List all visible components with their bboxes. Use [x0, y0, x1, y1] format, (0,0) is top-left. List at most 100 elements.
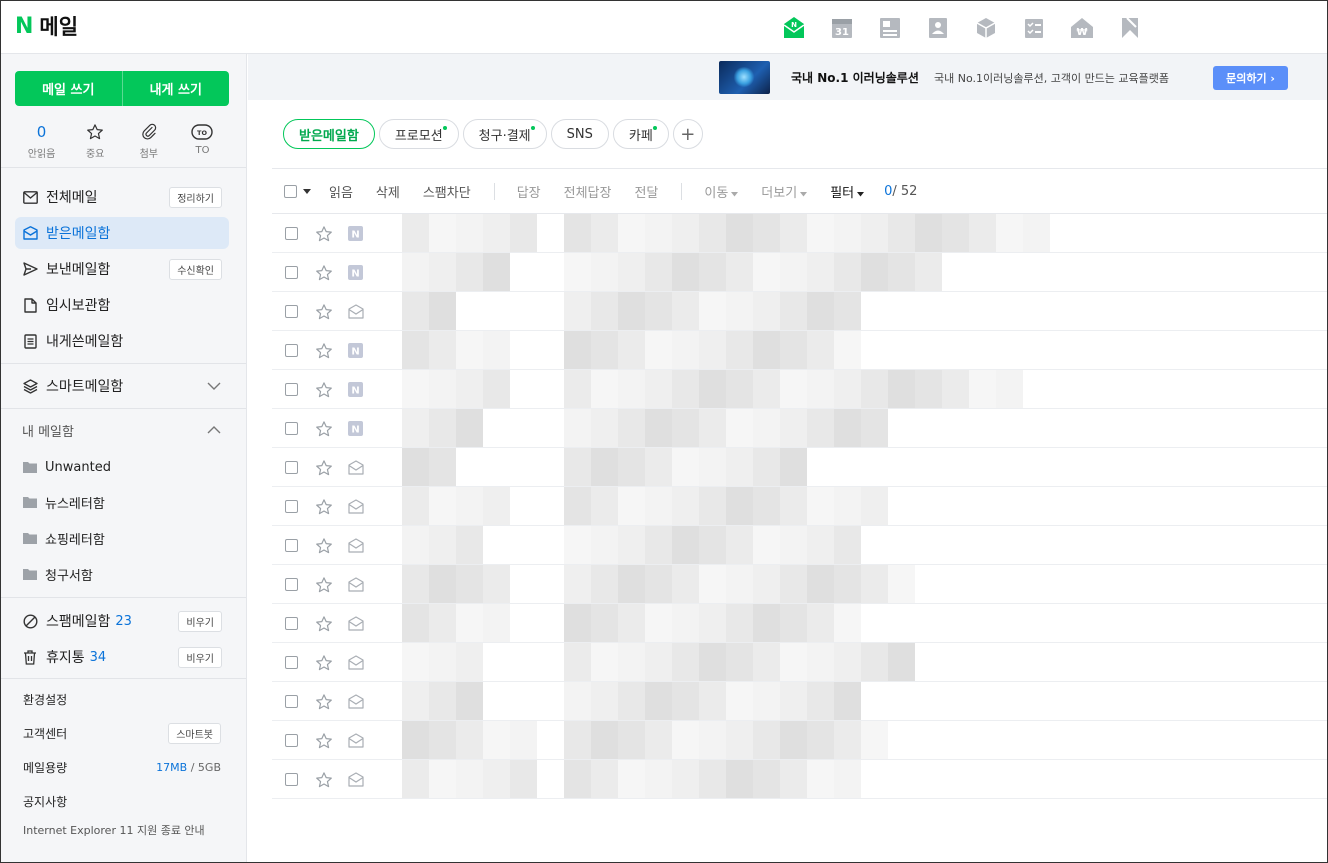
mail-row[interactable]	[272, 604, 1327, 643]
mail-checkbox[interactable]	[285, 695, 298, 708]
calendar-icon[interactable]: 31	[827, 14, 856, 41]
chevron-down-icon[interactable]	[207, 379, 221, 393]
bookmark-icon[interactable]	[1115, 14, 1144, 41]
mail-checkbox[interactable]	[285, 266, 298, 279]
empty-spam-button[interactable]: 비우기	[178, 611, 222, 632]
mail-row[interactable]	[272, 292, 1327, 331]
support-link[interactable]: 고객센터 스마트봇	[23, 721, 221, 745]
mail-icon[interactable]: N	[779, 14, 808, 41]
more-dropdown[interactable]: 더보기	[761, 182, 808, 201]
tab-promotion[interactable]: 프로모션	[378, 119, 459, 149]
mail-row[interactable]	[272, 487, 1327, 526]
star-icon[interactable]	[315, 654, 333, 676]
nav-sent[interactable]: 보낸메일함 수신확인	[15, 253, 229, 285]
organize-button[interactable]: 정리하기	[169, 187, 222, 208]
mail-checkbox[interactable]	[285, 656, 298, 669]
nav-inbox[interactable]: 받은메일함	[15, 217, 229, 249]
mail-checkbox[interactable]	[285, 773, 298, 786]
star-icon[interactable]	[315, 576, 333, 598]
mail-row[interactable]	[272, 565, 1327, 604]
star-icon[interactable]	[315, 264, 333, 286]
quick-to-me[interactable]: TO TO	[176, 122, 229, 160]
mail-row[interactable]: N	[272, 214, 1327, 253]
nav-all-mail[interactable]: 전체메일 정리하기	[15, 181, 229, 213]
mail-checkbox[interactable]	[285, 422, 298, 435]
mail-row[interactable]	[272, 760, 1327, 799]
nav-spam[interactable]: 스팸메일함 23 비우기	[15, 605, 229, 637]
mail-row[interactable]: N	[272, 409, 1327, 448]
filter-dropdown[interactable]: 필터	[830, 182, 865, 201]
chevron-up-icon[interactable]	[207, 423, 221, 437]
mail-checkbox[interactable]	[285, 500, 298, 513]
star-icon[interactable]	[315, 225, 333, 247]
folder-bills[interactable]: 청구서함	[15, 559, 229, 589]
tab-sns[interactable]: SNS	[550, 119, 609, 149]
folder-newsletter[interactable]: 뉴스레터함	[15, 487, 229, 517]
select-all-checkbox[interactable]	[284, 185, 297, 198]
quick-unread[interactable]: 0 안읽음	[15, 122, 68, 160]
quick-important[interactable]: 중요	[69, 122, 122, 160]
mail-row[interactable]: N	[272, 370, 1327, 409]
mail-checkbox[interactable]	[285, 734, 298, 747]
mark-read-button[interactable]: 읽음	[329, 182, 353, 201]
mail-checkbox[interactable]	[285, 383, 298, 396]
contacts-icon[interactable]	[923, 14, 952, 41]
delete-button[interactable]: 삭제	[376, 182, 400, 201]
quick-attachment[interactable]: 첨부	[122, 122, 175, 160]
folder-unwanted[interactable]: Unwanted	[15, 452, 229, 482]
settings-link[interactable]: 환경설정	[23, 687, 221, 711]
todo-icon[interactable]	[1019, 14, 1048, 41]
mail-row[interactable]: N	[272, 331, 1327, 370]
reply-all-button[interactable]: 전체답장	[564, 182, 612, 201]
mail-checkbox[interactable]	[285, 578, 298, 591]
mail-checkbox[interactable]	[285, 539, 298, 552]
mail-checkbox[interactable]	[285, 344, 298, 357]
star-icon[interactable]	[315, 381, 333, 403]
mail-row[interactable]: N	[272, 253, 1327, 292]
notice-link[interactable]: 공지사항	[23, 789, 221, 813]
nav-smart-mailbox[interactable]: 스마트메일함	[15, 370, 229, 402]
read-receipt-button[interactable]: 수신확인	[169, 259, 222, 280]
star-icon[interactable]	[315, 498, 333, 520]
star-icon[interactable]	[315, 303, 333, 325]
mail-row[interactable]	[272, 526, 1327, 565]
star-icon[interactable]	[315, 732, 333, 754]
mail-row[interactable]	[272, 448, 1327, 487]
ad-inquiry-button[interactable]: 문의하기 ›	[1213, 66, 1288, 90]
star-icon[interactable]	[315, 537, 333, 559]
naver-mail-logo[interactable]: N 메일	[15, 14, 78, 40]
smartbot-button[interactable]: 스마트봇	[168, 723, 221, 744]
tab-cafe[interactable]: 카페	[612, 119, 669, 149]
mail-row[interactable]	[272, 643, 1327, 682]
mail-row[interactable]	[272, 682, 1327, 721]
forward-button[interactable]: 전달	[634, 182, 658, 201]
star-icon[interactable]	[315, 693, 333, 715]
pay-icon[interactable]: ₩	[1067, 14, 1096, 41]
block-spam-button[interactable]: 스팸차단	[423, 182, 471, 201]
star-icon[interactable]	[315, 615, 333, 637]
mail-checkbox[interactable]	[285, 305, 298, 318]
nav-trash[interactable]: 휴지통 34 비우기	[15, 641, 229, 673]
star-icon[interactable]	[315, 420, 333, 442]
mail-checkbox[interactable]	[285, 461, 298, 474]
move-dropdown[interactable]: 이동	[704, 182, 739, 201]
mail-checkbox[interactable]	[285, 617, 298, 630]
mail-checkbox[interactable]	[285, 227, 298, 240]
write-mail-button[interactable]: 메일 쓰기	[15, 71, 123, 106]
folder-shopping[interactable]: 쇼핑레터함	[15, 523, 229, 553]
write-to-self-button[interactable]: 내게 쓰기	[123, 71, 230, 106]
reply-button[interactable]: 답장	[517, 182, 541, 201]
star-icon[interactable]	[315, 459, 333, 481]
mybox-icon[interactable]	[971, 14, 1000, 41]
select-dropdown-icon[interactable]	[303, 188, 311, 195]
nav-self-sent[interactable]: 내게쓴메일함	[15, 325, 229, 357]
add-tab-button[interactable]: +	[672, 119, 703, 149]
tab-inbox[interactable]: 받은메일함	[283, 119, 375, 149]
my-mailbox-header[interactable]: 내 메일함	[15, 414, 229, 446]
star-icon[interactable]	[315, 771, 333, 793]
tab-billing[interactable]: 청구·결제	[462, 119, 547, 149]
memo-icon[interactable]	[875, 14, 904, 41]
nav-drafts[interactable]: 임시보관함	[15, 289, 229, 321]
star-icon[interactable]	[315, 342, 333, 364]
ie-notice-link[interactable]: Internet Explorer 11 지원 종료 안내	[23, 822, 205, 838]
